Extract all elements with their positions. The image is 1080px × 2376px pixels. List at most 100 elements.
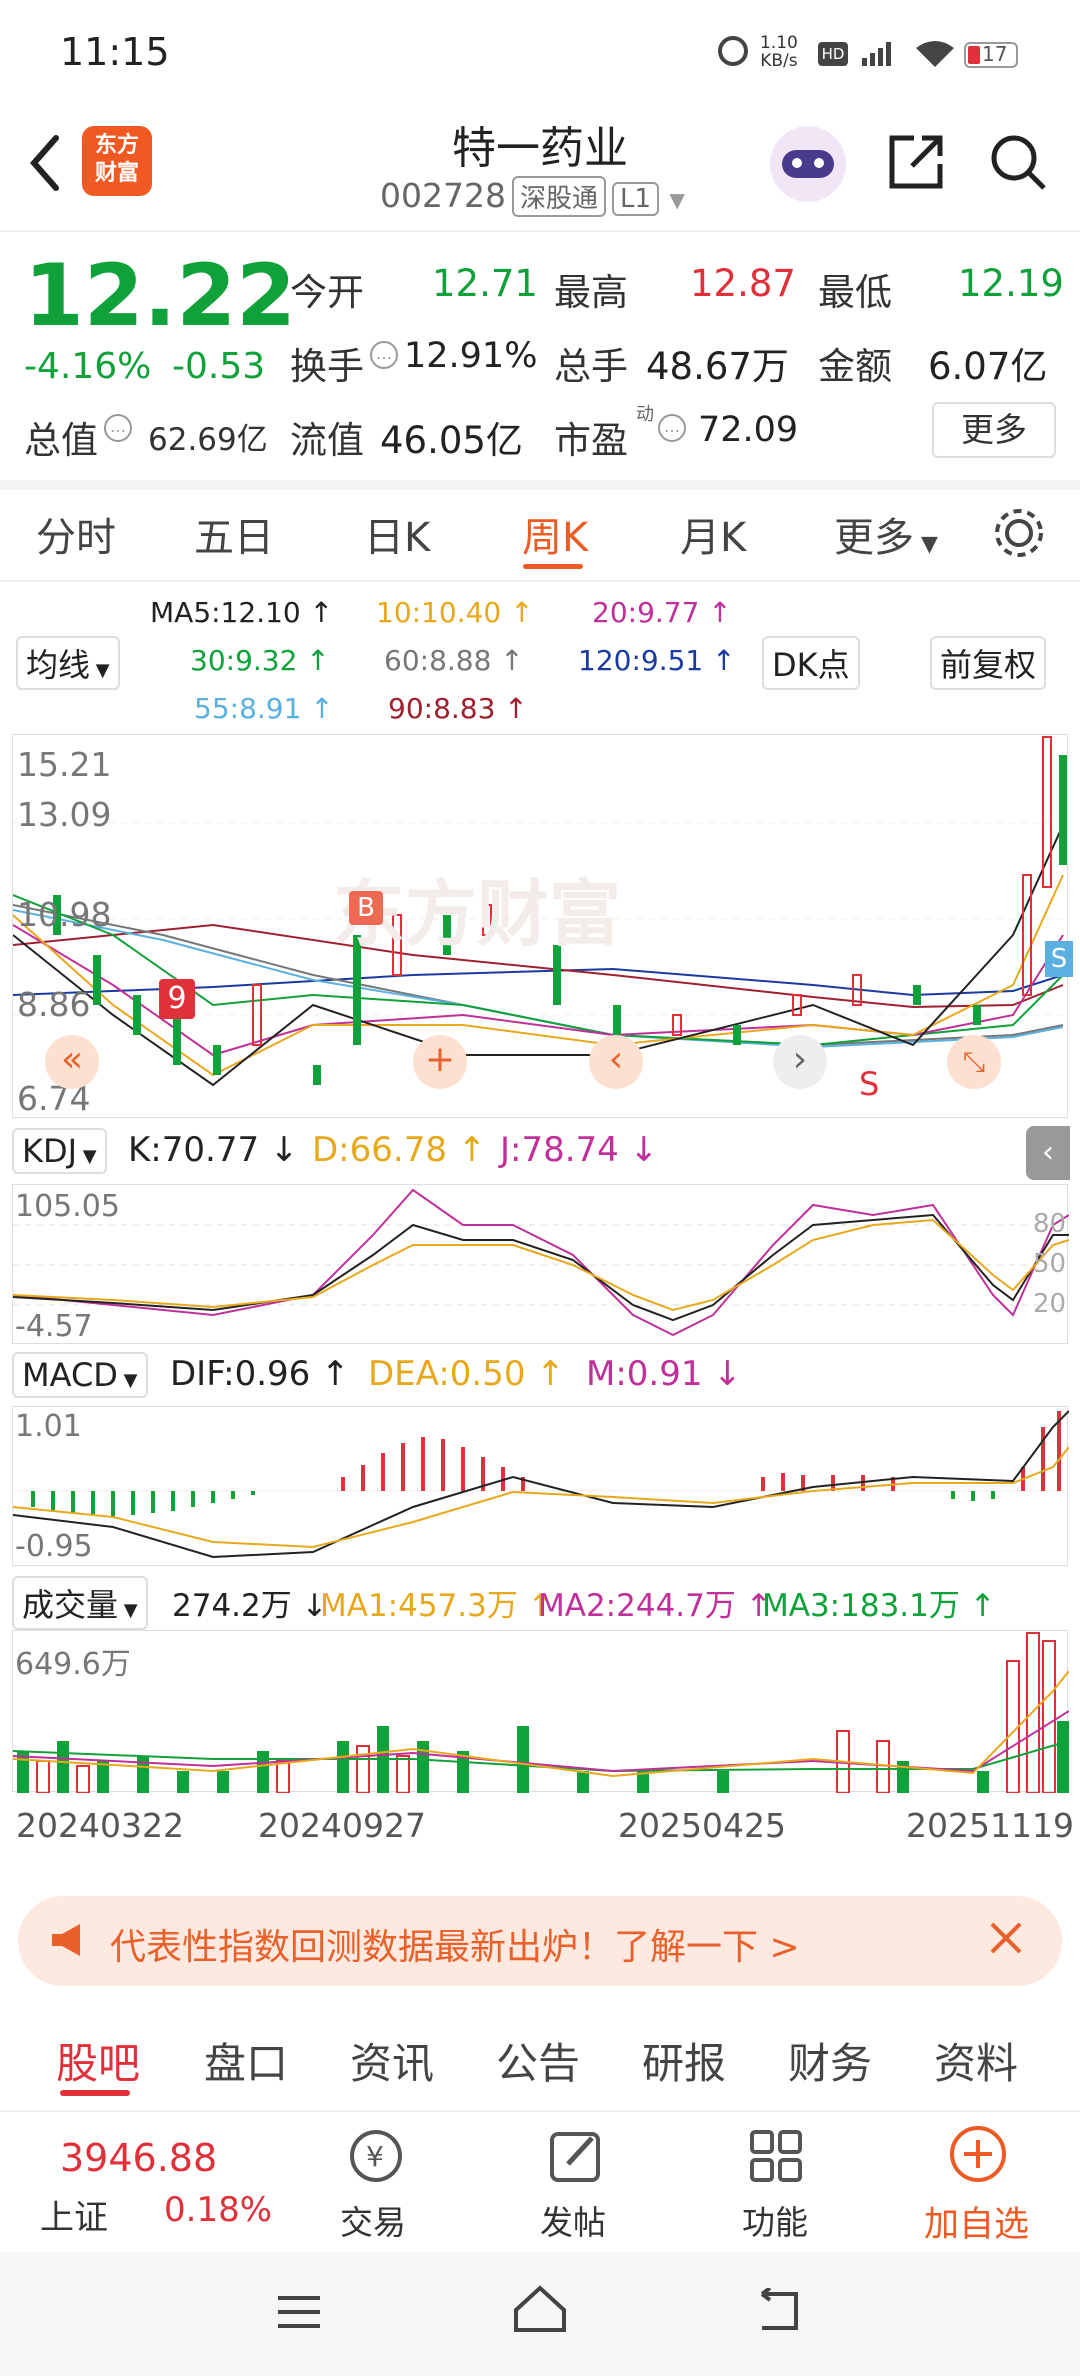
kline-y-max: 15.21 <box>17 745 112 784</box>
more-quote-button[interactable]: 更多 <box>932 402 1056 458</box>
volume-value: 48.67万 <box>646 345 789 388</box>
add-watchlist-icon[interactable] <box>946 2122 1010 2186</box>
tab-weekly-k[interactable]: 周K <box>522 505 588 563</box>
macd-selector[interactable]: MACD ▼ <box>12 1352 148 1398</box>
info-icon[interactable]: … <box>658 414 686 442</box>
tab-research[interactable]: 研报 <box>642 2030 726 2091</box>
pe-value: 72.09 <box>698 410 799 450</box>
scroll-left-fast-icon[interactable]: « <box>45 1035 99 1089</box>
close-icon[interactable] <box>984 1916 1028 1960</box>
kdj-d: D:66.78 ↑ <box>312 1130 487 1170</box>
macd-dif: DIF:0.96 ↑ <box>170 1354 350 1394</box>
share-icon[interactable] <box>884 130 948 194</box>
tab-guba[interactable]: 股吧 <box>56 2030 140 2091</box>
home-icon[interactable] <box>510 2282 570 2338</box>
sz-connect-tag: 深股通 <box>511 176 606 217</box>
ma90-label: 90:8.83 ↑ <box>388 692 528 725</box>
sell-marker-2: S <box>1045 941 1073 977</box>
status-time: 11:15 <box>60 30 170 74</box>
stock-code-row[interactable]: 002728 深股通 L1 ▼ <box>380 176 685 217</box>
function-grid-icon[interactable] <box>744 2124 808 2188</box>
ma-selector[interactable]: 均线 ▼ <box>16 636 120 690</box>
tab-monthly-k[interactable]: 月K <box>680 505 746 563</box>
banner-text[interactable]: 代表性指数回测数据最新出炉！了解一下 > <box>110 1918 800 1970</box>
kline-y-3: 10.98 <box>17 895 112 934</box>
index-name: 上证 <box>40 2198 108 2238</box>
float-label: 流值 <box>290 419 364 462</box>
buy-marker: B <box>349 891 383 925</box>
add-watchlist-label[interactable]: 加自选 <box>924 2196 1029 2247</box>
kdj-ref-20: 20 <box>1033 1289 1067 1319</box>
kline-chart[interactable]: 东方财富 15.21 13.09 10.98 8.86 6.74 B 9 S S… <box>12 734 1073 1118</box>
zoom-in-icon[interactable]: + <box>413 1035 467 1089</box>
info-icon[interactable]: … <box>370 341 398 369</box>
info-icon[interactable]: … <box>104 414 132 442</box>
net-speed: 1.10 KB/s <box>760 33 798 71</box>
divider <box>0 230 1080 232</box>
volume-ma3: MA3:183.1万 ↑ <box>762 1588 996 1624</box>
change-value: -0.53 <box>172 346 266 387</box>
alarm-icon <box>718 36 748 66</box>
tab-order-book[interactable]: 盘口 <box>204 2030 288 2091</box>
robot-assistant-icon[interactable] <box>770 126 846 202</box>
tab-more[interactable]: 更多 ▼ <box>834 505 938 563</box>
menu-icon[interactable] <box>274 2290 324 2334</box>
collapse-panel-icon[interactable]: ‹ <box>1026 1126 1070 1180</box>
section-divider <box>0 480 1080 490</box>
kdj-j: J:78.74 ↓ <box>500 1130 659 1170</box>
ma120-label: 120:9.51 ↑ <box>578 644 736 677</box>
ma5-label: MA5:12.10 ↑ <box>150 596 334 629</box>
tab-five-day[interactable]: 五日 <box>194 505 274 563</box>
post-label[interactable]: 发帖 <box>540 2196 606 2244</box>
fullscreen-icon[interactable]: ⤡ <box>947 1035 1001 1089</box>
kdj-y-min: -4.57 <box>15 1309 93 1344</box>
status-bar: 11:15 1.10 KB/s HD 17 <box>0 0 1080 110</box>
kline-y-4: 8.86 <box>17 985 91 1024</box>
trade-icon[interactable]: ¥ <box>344 2124 408 2188</box>
pe-dynamic-sup: 动 <box>636 404 654 425</box>
post-icon[interactable] <box>544 2124 608 2188</box>
high-label: 最高 <box>554 271 628 314</box>
adjust-price-button[interactable]: 前复权 <box>930 636 1047 690</box>
tab-announcements[interactable]: 公告 <box>496 2030 580 2091</box>
macd-y-max: 1.01 <box>15 1409 82 1444</box>
open-label: 今开 <box>290 271 364 314</box>
tab-financials[interactable]: 财务 <box>788 2030 872 2091</box>
turnover-label: 换手 <box>290 345 364 388</box>
date-label-2: 20240927 <box>258 1806 426 1845</box>
tab-news[interactable]: 资讯 <box>350 2030 434 2091</box>
pe-label: 市盈 <box>554 419 628 462</box>
kdj-selector[interactable]: KDJ ▼ <box>12 1128 107 1174</box>
volume-selector[interactable]: 成交量 ▼ <box>12 1576 148 1630</box>
kdj-ref-80: 80 <box>1033 1209 1067 1239</box>
search-icon[interactable] <box>986 130 1050 194</box>
date-label-1: 20240322 <box>16 1806 184 1845</box>
mcap-label: 总值 <box>24 419 98 462</box>
index-value[interactable]: 3946.88 <box>60 2136 217 2180</box>
signal-icon <box>860 38 900 68</box>
tab-profile[interactable]: 资料 <box>934 2030 1018 2091</box>
date-label-4: 20251119 <box>906 1806 1074 1845</box>
scroll-right-icon[interactable]: › <box>773 1035 827 1089</box>
svg-text:¥: ¥ <box>366 2140 384 2173</box>
settings-gear-icon[interactable] <box>990 504 1048 562</box>
change-pct: -4.16% <box>24 346 152 387</box>
ma20-label: 20:9.77 ↑ <box>592 596 732 629</box>
scroll-left-icon[interactable]: ‹ <box>589 1035 643 1089</box>
back-nav-icon[interactable] <box>752 2286 806 2334</box>
index-change: 0.18% <box>164 2190 273 2230</box>
tab-intraday[interactable]: 分时 <box>36 505 116 563</box>
amount-value: 6.07亿 <box>928 345 1048 388</box>
macd-chart[interactable]: 1.01 -0.95 <box>12 1406 1069 1566</box>
volume-chart[interactable]: 649.6万 <box>12 1630 1069 1793</box>
trade-label[interactable]: 交易 <box>340 2196 406 2244</box>
function-label[interactable]: 功能 <box>742 2196 808 2244</box>
kdj-y-max: 105.05 <box>15 1189 120 1224</box>
volume-y-max: 649.6万 <box>15 1647 131 1682</box>
tab-daily-k[interactable]: 日K <box>364 505 430 563</box>
dk-point-button[interactable]: DK点 <box>762 636 860 690</box>
dropdown-icon: ▼ <box>669 188 685 212</box>
kdj-chart[interactable]: 105.05 -4.57 80 50 20 <box>12 1184 1069 1344</box>
ma60-label: 60:8.88 ↑ <box>384 644 524 677</box>
divider <box>0 580 1080 582</box>
